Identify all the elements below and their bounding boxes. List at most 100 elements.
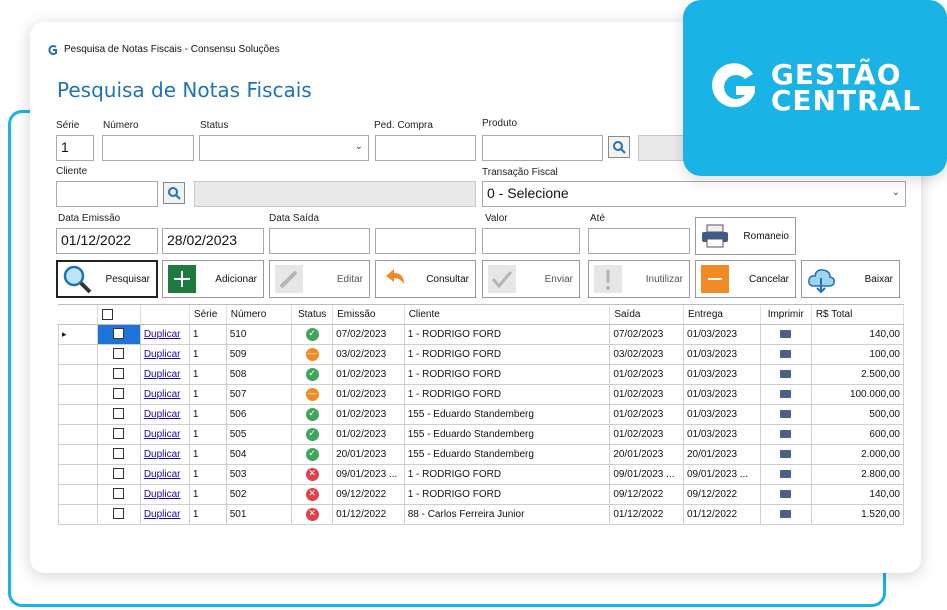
printer-icon[interactable]	[780, 369, 792, 378]
inutilizar-button[interactable]: Inutilizar	[588, 260, 690, 298]
entrega-cell: 01/03/2023	[682, 403, 761, 425]
baixar-button[interactable]: Baixar	[801, 260, 900, 298]
romaneio-button[interactable]: Romaneio	[695, 217, 796, 255]
duplicar-link[interactable]: Duplicar	[139, 503, 190, 525]
total-cell: 100.000,00	[810, 383, 904, 405]
row-checkbox-cell[interactable]	[96, 463, 141, 485]
printer-icon[interactable]	[780, 329, 792, 338]
baixar-label: Baixar	[864, 273, 893, 285]
row-checkbox-cell[interactable]	[96, 403, 141, 425]
checkbox-icon[interactable]	[113, 428, 125, 440]
table-row[interactable]: Duplicar1506 01/02/2023155 - Eduardo Stan…	[58, 403, 904, 425]
checkbox-icon[interactable]	[113, 368, 125, 380]
editar-button[interactable]: Editar	[269, 260, 370, 298]
duplicar-link[interactable]: Duplicar	[139, 383, 190, 405]
column-header: Entrega	[683, 305, 761, 325]
printer-icon[interactable]	[780, 509, 792, 518]
row-checkbox-cell[interactable]	[96, 323, 141, 345]
data-saida-ate-input[interactable]	[375, 228, 476, 254]
imprimir-cell[interactable]	[759, 423, 812, 445]
ped-compra-input[interactable]	[375, 135, 476, 161]
duplicar-link[interactable]: Duplicar	[139, 483, 190, 505]
row-checkbox-cell[interactable]	[96, 483, 141, 505]
consultar-label: Consultar	[426, 273, 469, 285]
printer-icon[interactable]	[780, 429, 792, 438]
transacao-fiscal-select[interactable]: 0 - Selecione ⌄	[482, 181, 906, 207]
row-checkbox-cell[interactable]	[96, 363, 141, 385]
select-all-checkbox-header[interactable]	[97, 305, 141, 325]
enviar-button[interactable]: Enviar	[482, 260, 580, 298]
row-indicator	[58, 363, 98, 385]
cancelar-button[interactable]: Cancelar	[695, 260, 796, 298]
row-checkbox-cell[interactable]	[96, 423, 141, 445]
table-row[interactable]: Duplicar1509 03/02/20231 - RODRIGO FORD03…	[58, 343, 904, 365]
cloud-download-icon	[806, 264, 836, 294]
duplicar-link[interactable]: Duplicar	[139, 423, 190, 445]
title-bar: Pesquisa de Notas Fiscais - Consensu Sol…	[48, 44, 280, 55]
checkbox-icon[interactable]	[113, 448, 125, 460]
checkbox-icon[interactable]	[113, 488, 125, 500]
duplicar-link[interactable]: Duplicar	[139, 323, 190, 345]
status-select[interactable]: ⌄	[199, 135, 369, 161]
table-row[interactable]: Duplicar150209/12/20221 - RODRIGO FORD09…	[58, 483, 904, 505]
checkbox-icon[interactable]	[113, 348, 125, 360]
serie-input[interactable]: 1	[56, 135, 94, 161]
table-row[interactable]: Duplicar150701/02/20231 - RODRIGO FORD01…	[58, 383, 904, 405]
duplicar-link[interactable]: Duplicar	[139, 443, 190, 465]
produto-search-button[interactable]	[608, 136, 630, 158]
table-row[interactable]: Duplicar150801/02/20231 - RODRIGO FORD01…	[58, 363, 904, 385]
column-header: Imprimir	[760, 305, 812, 325]
printer-icon[interactable]	[780, 349, 792, 358]
row-checkbox-cell[interactable]	[96, 443, 141, 465]
table-row[interactable]: ▸Duplicar151007/02/20231 - RODRIGO FORD0…	[58, 323, 904, 345]
data-saida-de-input[interactable]	[269, 228, 370, 254]
consultar-button[interactable]: Consultar	[375, 260, 476, 298]
cliente-search-button[interactable]	[163, 182, 185, 204]
produto-input[interactable]	[482, 135, 603, 161]
numero-input[interactable]	[102, 135, 194, 161]
table-row[interactable]: Duplicar150101/12/202288 - Carlos Ferrei…	[58, 503, 904, 525]
printer-icon[interactable]	[780, 449, 792, 458]
table-row[interactable]: Duplicar150309/01/2023 ...1 - RODRIGO FO…	[58, 463, 904, 485]
imprimir-cell[interactable]	[759, 483, 812, 505]
adicionar-button[interactable]: Adicionar	[162, 260, 264, 298]
imprimir-cell[interactable]	[759, 403, 812, 425]
printer-icon[interactable]	[780, 489, 792, 498]
checkbox-icon[interactable]	[113, 328, 125, 340]
checkbox-icon[interactable]	[113, 468, 125, 480]
cliente-input[interactable]	[56, 181, 158, 207]
duplicar-link[interactable]: Duplicar	[139, 343, 190, 365]
magnifier-icon	[62, 264, 92, 294]
data-emissao-ate-input[interactable]: 28/02/2023	[162, 228, 264, 254]
checkbox-icon[interactable]	[113, 508, 125, 520]
emissao-cell: 01/02/2023	[332, 363, 405, 385]
imprimir-cell[interactable]	[759, 463, 812, 485]
imprimir-cell[interactable]	[759, 443, 812, 465]
total-cell: 1.520,00	[810, 503, 904, 525]
data-emissao-de-input[interactable]: 01/12/2022	[56, 228, 158, 254]
row-checkbox-cell[interactable]	[96, 503, 141, 525]
duplicar-link[interactable]: Duplicar	[139, 403, 190, 425]
valor-ate-input[interactable]	[588, 228, 690, 254]
emissao-cell: 20/01/2023	[332, 443, 405, 465]
gestao-central-g-icon	[711, 63, 755, 108]
table-row[interactable]: Duplicar150420/01/2023155 - Eduardo Stan…	[58, 443, 904, 465]
checkbox-icon[interactable]	[113, 388, 125, 400]
imprimir-cell[interactable]	[759, 323, 812, 345]
checkbox-icon[interactable]	[113, 408, 125, 420]
printer-icon[interactable]	[780, 389, 792, 398]
imprimir-cell[interactable]	[759, 383, 812, 405]
imprimir-cell[interactable]	[759, 503, 812, 525]
duplicar-link[interactable]: Duplicar	[139, 363, 190, 385]
row-checkbox-cell[interactable]	[96, 343, 141, 365]
valor-de-input[interactable]	[482, 228, 580, 254]
duplicar-link[interactable]: Duplicar	[139, 463, 190, 485]
checkbox-icon[interactable]	[101, 308, 113, 320]
pesquisar-button[interactable]: Pesquisar	[56, 260, 158, 298]
table-row[interactable]: Duplicar1505 01/02/2023155 - Eduardo Stan…	[58, 423, 904, 445]
row-checkbox-cell[interactable]	[96, 383, 141, 405]
imprimir-cell[interactable]	[759, 343, 812, 365]
printer-icon[interactable]	[780, 469, 792, 478]
printer-icon[interactable]	[780, 409, 792, 418]
imprimir-cell[interactable]	[759, 363, 812, 385]
